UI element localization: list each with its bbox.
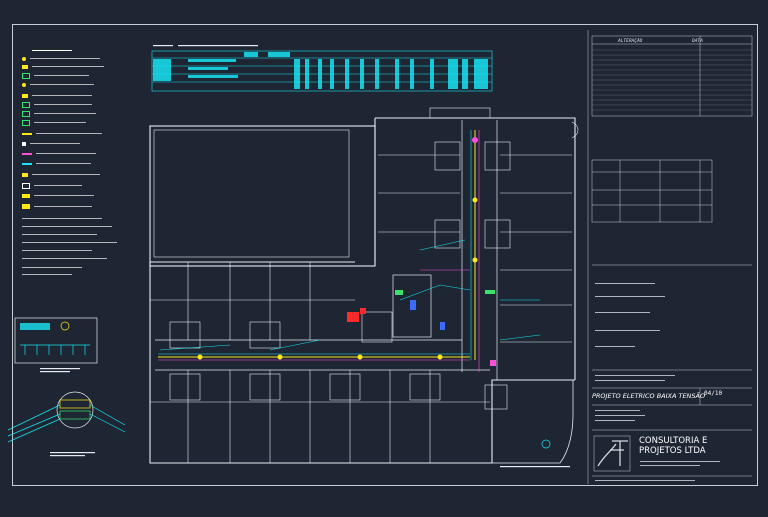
project-title: PROJETO ELETRICO BAIXA TENSÃO: [592, 392, 706, 400]
revision-header-data: DATA: [692, 39, 703, 44]
company-name-line2: PROJETOS LTDA: [639, 445, 706, 456]
revision-header-alteracao: ALTERAÇÃO: [618, 39, 643, 44]
sheet-number: 04/10: [704, 390, 723, 397]
company-name: CONSULTORIA E PROJETOS LTDA: [639, 436, 707, 456]
company-logo: [597, 440, 628, 467]
